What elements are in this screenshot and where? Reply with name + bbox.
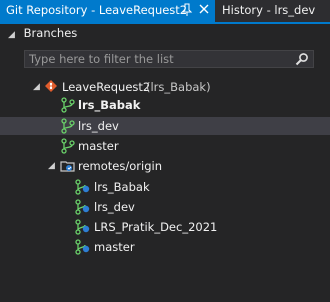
branch-name: lrs_dev xyxy=(78,119,119,133)
remote-folder-icon xyxy=(60,158,76,177)
tab-git-repository[interactable]: Git Repository - LeaveRequest2 xyxy=(0,0,215,22)
tab-history[interactable]: History - lrs_dev xyxy=(216,0,330,22)
tab-history-label: History - lrs_dev xyxy=(222,3,316,17)
branch-filter-box[interactable] xyxy=(24,50,314,68)
remote-expand-caret-icon[interactable]: ◢ xyxy=(48,161,55,171)
remote-branch-name: master xyxy=(94,240,135,254)
branches-section-label: Branches xyxy=(23,26,78,40)
branch-item[interactable]: lrs_Babak xyxy=(0,96,330,114)
remote-name: remotes/origin xyxy=(78,159,162,173)
tab-underline xyxy=(0,22,330,24)
close-icon[interactable] xyxy=(199,2,209,19)
pin-icon[interactable] xyxy=(181,2,193,19)
branches-section-header[interactable]: ◢ Branches xyxy=(8,26,77,40)
branch-item-selected[interactable]: lrs_dev xyxy=(0,117,330,135)
remote-branch-item[interactable]: master xyxy=(0,238,330,256)
branch-item[interactable]: master xyxy=(0,137,330,155)
remote-branch-icon xyxy=(75,199,91,218)
tab-git-repository-label: Git Repository - LeaveRequest2 xyxy=(6,3,188,17)
tree-repo-node[interactable]: ◢ LeaveRequest2 (lrs_Babak) xyxy=(0,78,330,96)
remote-branch-item[interactable]: lrs_dev xyxy=(0,198,330,216)
remote-branch-icon xyxy=(75,219,91,238)
document-tabstrip: Git Repository - LeaveRequest2 History -… xyxy=(0,0,330,22)
remote-branch-name: LRS_Pratik_Dec_2021 xyxy=(94,220,218,234)
search-icon[interactable] xyxy=(295,52,309,69)
remote-branch-icon xyxy=(75,179,91,198)
remote-branch-icon xyxy=(75,239,91,258)
tree-remote-node[interactable]: ◢ remotes/origin xyxy=(0,157,330,175)
collapse-caret-icon[interactable]: ◢ xyxy=(8,30,20,40)
branch-icon xyxy=(61,138,75,157)
branch-name: lrs_Babak xyxy=(78,98,141,112)
repo-expand-caret-icon[interactable]: ◢ xyxy=(33,82,40,92)
branch-filter-input[interactable] xyxy=(29,51,289,67)
repo-name: LeaveRequest2 xyxy=(62,80,151,94)
repo-current-branch: (lrs_Babak) xyxy=(146,80,211,94)
remote-branch-item[interactable]: lrs_Babak xyxy=(0,178,330,196)
branch-icon xyxy=(61,118,75,137)
branch-icon xyxy=(61,97,75,116)
branch-name: master xyxy=(78,139,119,153)
remote-branch-name: lrs_Babak xyxy=(94,180,150,194)
remote-branch-name: lrs_dev xyxy=(94,200,135,214)
remote-branch-item[interactable]: LRS_Pratik_Dec_2021 xyxy=(0,218,330,236)
